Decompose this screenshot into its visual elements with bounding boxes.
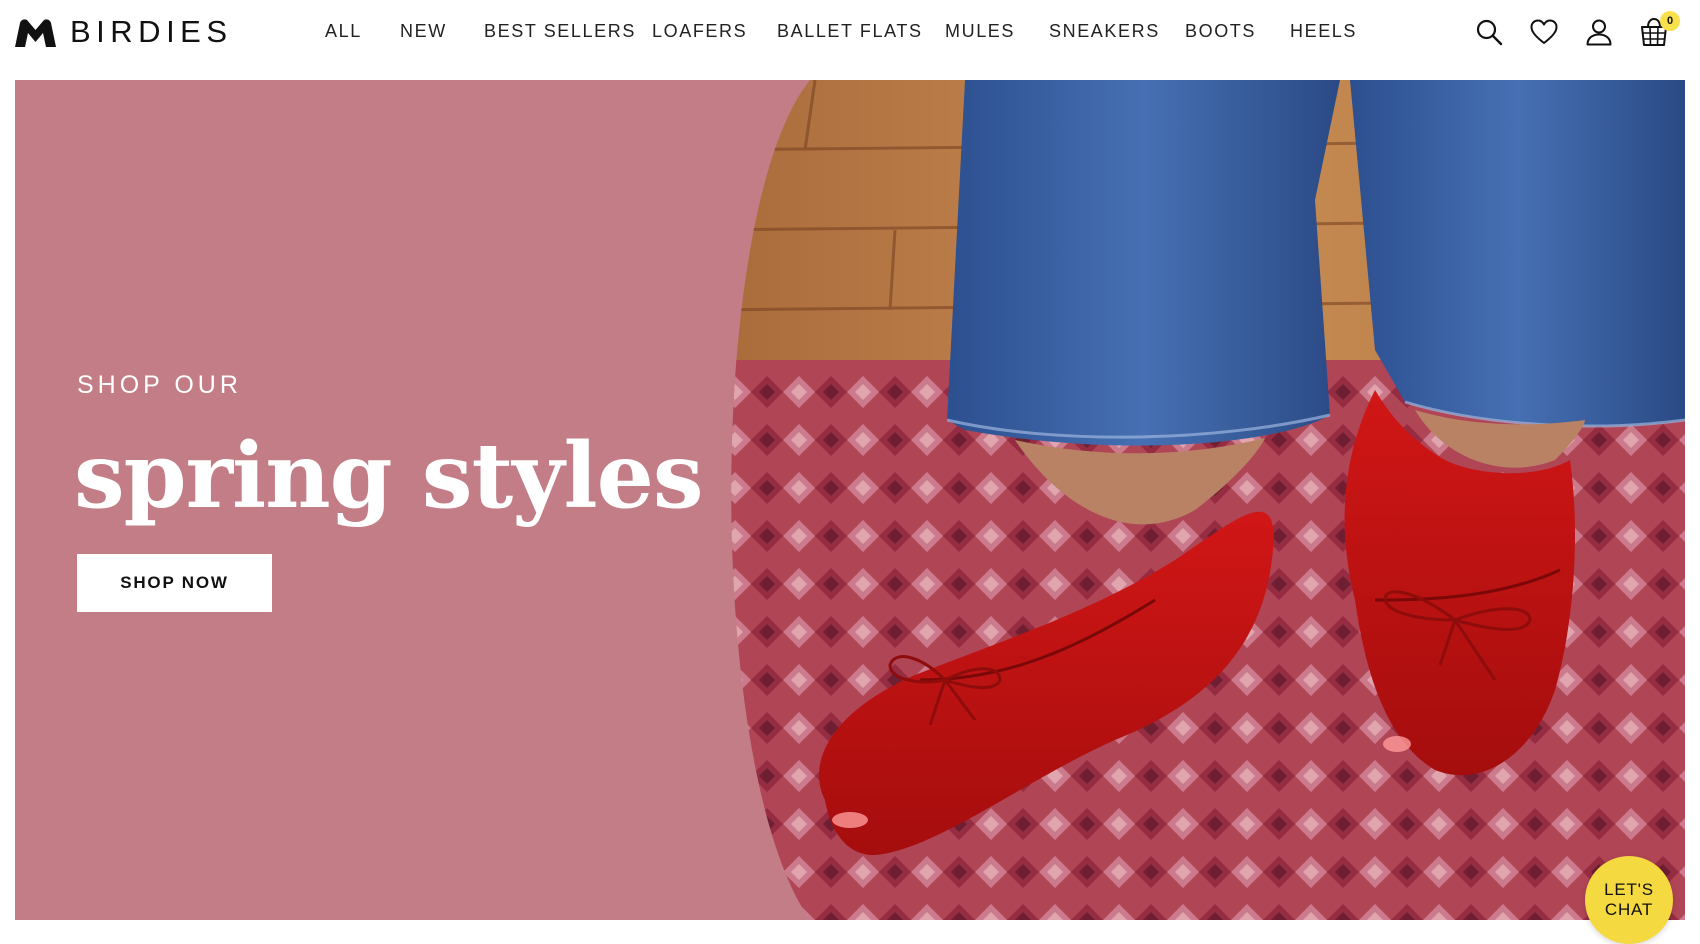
search-icon bbox=[1476, 19, 1503, 46]
nav-item-mules[interactable]: MULES bbox=[945, 19, 1015, 43]
hero-eyebrow: SHOP OUR bbox=[77, 371, 242, 399]
birdies-logo-icon bbox=[15, 18, 56, 47]
nav-item-sneakers[interactable]: SNEAKERS bbox=[1049, 19, 1160, 43]
user-icon bbox=[1586, 19, 1612, 46]
nav-item-new[interactable]: NEW bbox=[400, 19, 447, 43]
shop-now-button[interactable]: SHOP NOW bbox=[77, 554, 272, 612]
nav-item-ballet-flats[interactable]: BALLET FLATS bbox=[777, 19, 923, 43]
main-nav: ALL NEW BEST SELLERS LOAFERS BALLET FLAT… bbox=[0, 0, 1700, 62]
brand-logo[interactable]: BIRDIES bbox=[15, 15, 233, 49]
cart-count-badge: 0 bbox=[1660, 11, 1680, 31]
hero-headline: spring styles bbox=[74, 423, 704, 529]
hero-banner: SHOP OUR spring styles SHOP NOW bbox=[15, 80, 1685, 920]
nav-item-boots[interactable]: BOOTS bbox=[1185, 19, 1256, 43]
chat-label: LET'S CHAT bbox=[1604, 880, 1654, 919]
hero-copy: SHOP OUR spring styles SHOP NOW bbox=[74, 370, 737, 612]
nav-item-all[interactable]: ALL bbox=[325, 19, 362, 43]
account-button[interactable] bbox=[1581, 14, 1617, 50]
search-button[interactable] bbox=[1471, 14, 1507, 50]
chat-launcher-button[interactable]: LET'S CHAT bbox=[1585, 856, 1673, 944]
wishlist-button[interactable] bbox=[1526, 14, 1562, 50]
heart-icon bbox=[1530, 19, 1558, 44]
nav-item-loafers[interactable]: LOAFERS bbox=[652, 19, 747, 43]
brand-name: BIRDIES bbox=[70, 14, 233, 49]
nav-item-best-sellers[interactable]: BEST SELLERS bbox=[484, 19, 636, 43]
cart-button[interactable]: 0 bbox=[1636, 11, 1680, 50]
nav-item-heels[interactable]: HEELS bbox=[1290, 19, 1357, 43]
site-header: BIRDIES ALL NEW BEST SELLERS LOAFERS BAL… bbox=[0, 0, 1700, 80]
